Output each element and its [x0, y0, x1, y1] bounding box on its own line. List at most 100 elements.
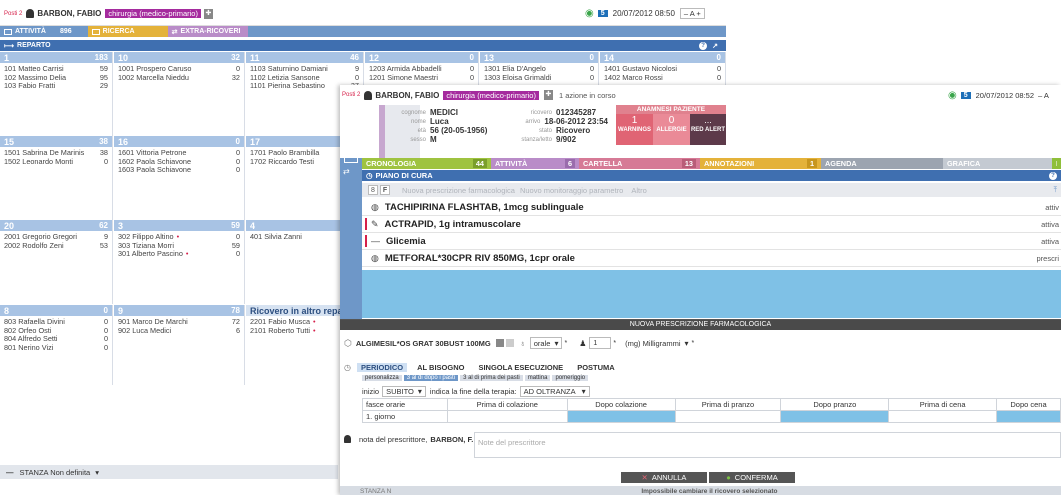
tab-diagnosi-interventi[interactable]: DIAGNOSI/INTERVENTI: [1052, 158, 1061, 169]
room-header[interactable]: 14 0: [600, 52, 725, 63]
patient-row[interactable]: 103 Fabio Fratti 29: [0, 81, 112, 91]
room-header[interactable]: 16 0: [114, 136, 244, 147]
conferma-button[interactable]: ● CONFERMA: [709, 472, 795, 483]
patient-name[interactable]: BARBON, FABIO: [375, 91, 439, 100]
patient-row[interactable]: 2002 Rodolfo Zeni 53: [0, 241, 112, 251]
tab-extra-ricoveri[interactable]: ⇄ EXTRA-RICOVERI: [167, 26, 248, 37]
nota-textarea[interactable]: Note del prescrittore: [474, 432, 1061, 458]
schedule-cell[interactable]: [996, 410, 1061, 423]
actions-in-progress[interactable]: 1 azione in corso: [559, 91, 616, 100]
fine-select[interactable]: AD OLTRANZA ▾: [519, 385, 590, 397]
patient-row[interactable]: 1303 Eloisa Grimaldi 0: [480, 73, 598, 83]
patient-name[interactable]: BARBON, FABIO: [37, 9, 101, 18]
prescription-row[interactable]: ✎ ACTRAPID, 1g intramuscolare attiva: [362, 216, 1061, 233]
tab-cartella[interactable]: CARTELLA 13: [579, 158, 700, 169]
room-header[interactable]: 13 0: [480, 52, 598, 63]
tab-cronologia[interactable]: CRONOLOGIA 44: [362, 158, 491, 169]
font-size-control[interactable]: – A +: [679, 8, 705, 19]
room-header[interactable]: 9 78: [114, 305, 244, 316]
stanza-selector[interactable]: STANZA N: [360, 488, 391, 495]
filter-button[interactable]: 8: [368, 185, 378, 195]
patient-row[interactable]: 301 Alberto Pascino • 0: [114, 249, 244, 259]
warnings-box[interactable]: 1 WARNINGS: [616, 114, 653, 145]
sidebar-arrows-icon[interactable]: ⇄: [343, 167, 350, 176]
room-header[interactable]: 10 32: [114, 52, 244, 63]
ward-label[interactable]: chirurgia (medico-primario): [105, 9, 201, 18]
upload-icon[interactable]: ⤒: [1054, 185, 1057, 195]
unit-select[interactable]: (mg) Milligrammi ▾: [622, 337, 691, 349]
new-prescription-link[interactable]: Nuova prescrizione farmacologica: [402, 186, 515, 195]
patient-row[interactable]: 1002 Marcella Nieddu 32: [114, 73, 244, 83]
inizio-select[interactable]: SUBITO ▾: [382, 385, 426, 397]
breadcrumb[interactable]: Posti 2: [342, 92, 360, 98]
schedule-cell[interactable]: [674, 410, 782, 423]
drug-info-icon[interactable]: [495, 339, 504, 347]
room-card[interactable]: 8 0 803 Rafaella Divini 0 802 Orfeo Osti 0 804…: [0, 305, 113, 385]
room-card[interactable]: 10 32 1001 Prospero Caruso 0 1002 Marcella N…: [114, 52, 245, 136]
tab-agenda[interactable]: AGENDA: [821, 158, 943, 169]
help-icon[interactable]: ?: [699, 41, 708, 50]
patient-row[interactable]: 1201 Simone Maestri 0: [365, 73, 478, 83]
pharma-filter-button[interactable]: F: [380, 185, 390, 195]
room-header[interactable]: 3 59: [114, 220, 244, 231]
room-card[interactable]: 9 78 901 Marco De Marchi 72 902 Luca Medici 6: [114, 305, 245, 385]
patient-row[interactable]: 1402 Marco Rossi 0: [600, 73, 725, 83]
schedule-cell[interactable]: [780, 410, 890, 423]
room-header[interactable]: 12 0: [365, 52, 478, 63]
font-size-control[interactable]: – A: [1038, 91, 1049, 100]
prescription-row[interactable]: ◍ METFORAL*30CPR RIV 850MG, 1cpr orale pre…: [362, 250, 1061, 267]
room-header[interactable]: 11 46: [246, 52, 363, 63]
room-header[interactable]: 15 38: [0, 136, 112, 147]
schedule-cell[interactable]: [888, 410, 998, 423]
patient-row[interactable]: 1603 Paola Schiavone 0: [114, 165, 244, 175]
counter-badge[interactable]: 5: [597, 10, 608, 17]
patient-row[interactable]: 902 Luca Medici 6: [114, 326, 244, 336]
frequency-preset[interactable]: mattina: [524, 375, 551, 381]
room-card[interactable]: 3 59 302 Filippo Altino • 0 303 Tiziana Morri…: [114, 220, 245, 304]
pin-icon[interactable]: ✚: [543, 90, 553, 100]
frequency-preset[interactable]: personalizza: [362, 375, 402, 381]
tab-annotazioni[interactable]: ANNOTAZIONI 1: [700, 158, 821, 169]
ward-label[interactable]: chirurgia (medico-primario): [443, 90, 539, 100]
new-monitoring-link[interactable]: Nuovo monitoraggio parametro: [520, 186, 623, 195]
schedule-cell[interactable]: [566, 410, 676, 423]
mode-tab[interactable]: AL BISOGNO: [413, 363, 468, 372]
mode-tab[interactable]: POSTUMA: [573, 363, 619, 372]
tab-attivit-[interactable]: ATTIVITÀ 6: [491, 158, 579, 169]
pin-icon[interactable]: ✚: [203, 8, 213, 19]
route-select[interactable]: orale ▾: [529, 337, 563, 349]
room-header[interactable]: 80: [0, 305, 112, 316]
drug-name[interactable]: ALGIMESIL*OS GRAT 30BUST 100MG: [356, 339, 491, 348]
frequency-preset[interactable]: 3 al di dopo i pasti: [403, 375, 459, 381]
dose-input[interactable]: [589, 337, 612, 349]
patient-row[interactable]: 801 Nerino Vizi 0: [0, 343, 112, 353]
counter-badge[interactable]: 5: [960, 91, 971, 99]
help-icon[interactable]: ?: [1049, 171, 1057, 180]
room-card[interactable]: 1 183 101 Matteo Carrisi 59 102 Massimo Deli…: [0, 52, 113, 136]
room-card[interactable]: 20 62 2001 Gregorio Gregori 9 2002 Rodolfo Z…: [0, 220, 113, 304]
frequency-preset[interactable]: 3 al di prima dei pasti: [460, 375, 523, 381]
allergie-box[interactable]: 0 ALLERGIE: [653, 114, 690, 145]
annulla-button[interactable]: ✕ ANNULLA: [621, 472, 707, 483]
drug-list-icon[interactable]: [505, 339, 514, 347]
anamnesi-panel[interactable]: ANAMNESI PAZIENTE 1 WARNINGS 0 ALLERGIE …: [616, 105, 726, 145]
mode-tab[interactable]: PERIODICO: [356, 362, 408, 372]
other-link[interactable]: Altro: [631, 186, 646, 195]
patient-row[interactable]: 1502 Leonardo Monti 0: [0, 157, 112, 167]
room-card[interactable]: 15 38 1501 Sabrina De Marinis 38 1502 Leonar…: [0, 136, 113, 220]
expand-icon[interactable]: ↗: [712, 42, 718, 50]
prescription-row[interactable]: — Glicemia attiva: [362, 233, 1061, 250]
frequency-preset[interactable]: pomeriggio: [552, 375, 589, 381]
schedule-cell[interactable]: [446, 410, 568, 423]
breadcrumb[interactable]: Posti 2: [4, 11, 22, 17]
room-header[interactable]: 20 62: [0, 220, 112, 231]
stanza-selector[interactable]: — STANZA Non definita ▾: [0, 465, 338, 479]
tab-grafica[interactable]: GRAFICA: [943, 158, 1052, 169]
red-alert-box[interactable]: ... RED ALERT: [690, 114, 726, 145]
tab-attivita[interactable]: ATTIVITÀ 896: [4, 28, 72, 35]
prescription-row[interactable]: ◍ TACHIPIRINA FLASHTAB, 1mcg sublinguale a…: [362, 199, 1061, 216]
tab-ricerca[interactable]: RICERCA: [87, 26, 168, 37]
mode-tab[interactable]: SINGOLA ESECUZIONE: [474, 363, 567, 372]
room-header[interactable]: 1 183: [0, 52, 112, 63]
room-card[interactable]: 16 0 1601 Vittoria Petrone 0 1602 Paola Schi…: [114, 136, 245, 220]
